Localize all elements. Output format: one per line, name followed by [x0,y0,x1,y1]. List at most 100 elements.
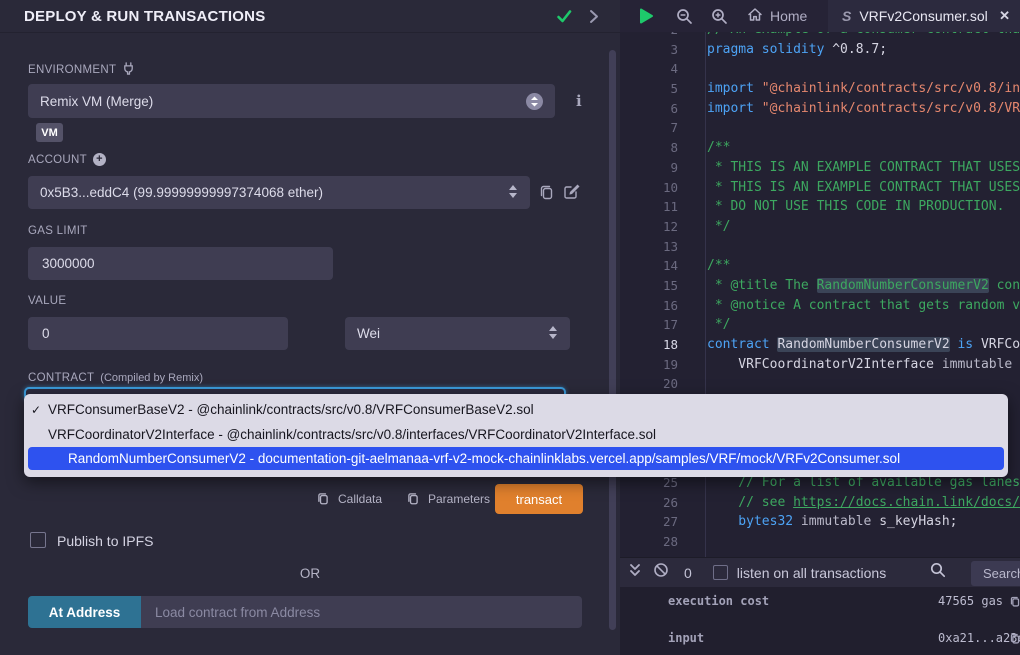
code-text [686,59,707,79]
run-script-icon[interactable] [637,7,655,30]
contract-option[interactable]: RandomNumberConsumerV2 - documentation-g… [28,447,1004,470]
code-segment: * THIS IS AN EXAMPLE CONTRACT THAT USES … [707,180,1020,195]
terminal-row: execution cost47565 gas [620,594,1020,610]
contract-option[interactable]: ✓VRFConsumerBaseV2 - @chainlink/contract… [24,397,1008,422]
at-address-button[interactable]: At Address [28,596,141,628]
code-segment: "@chainlink/contracts/src/v0.8/VRFConsum… [762,101,1020,116]
code-segment: // An example of a consumer contract tha… [707,32,1020,37]
chevron-right-icon[interactable] [588,9,600,29]
code-line[interactable]: 19 VRFCoordinatorV2Interface immutable C… [620,355,1020,375]
code-line[interactable]: 17 */ [620,315,1020,335]
code-text: pragma solidity ^0.8.7; [686,40,887,60]
expand-terminal-icon[interactable] [628,563,642,583]
listen-all-label: listen on all transactions [737,565,886,581]
code-line[interactable]: 11 * DO NOT USE THIS CODE IN PRODUCTION. [620,197,1020,217]
plug-icon [122,62,135,78]
calldata-label[interactable]: Calldata [338,492,382,506]
code-segment: contract [707,337,777,352]
code-line[interactable]: 20 [620,374,1020,394]
contract-option[interactable]: VRFCoordinatorV2Interface - @chainlink/c… [24,422,1008,447]
code-segment: * @title The [707,278,817,293]
account-label-text: ACCOUNT [28,154,87,166]
account-select[interactable]: 0x5B3...eddC4 (99.99999999997374068 ethe… [28,176,530,209]
terminal-output[interactable]: execution cost47565 gasinput0xa21...a23e… [620,587,1020,655]
code-line[interactable]: 15 * @title The RandomNumberConsumerV2 c… [620,276,1020,296]
parameters-label[interactable]: Parameters [428,492,490,506]
transact-button[interactable]: transact [495,484,583,514]
code-line[interactable]: 4 [620,59,1020,79]
panel-title: DEPLOY & RUN TRANSACTIONS [24,8,265,25]
line-number: 28 [620,532,686,552]
home-tab-label: Home [770,8,807,24]
code-line[interactable]: 13 [620,237,1020,257]
code-text [686,374,707,394]
info-icon[interactable]: i [576,92,582,110]
line-number: 6 [620,99,686,119]
copy-parameters-icon[interactable] [406,491,420,510]
line-number: 17 [620,315,686,335]
zoom-out-icon[interactable] [676,8,693,30]
line-number: 9 [620,158,686,178]
remix-ide-window: DEPLOY & RUN TRANSACTIONS ENVIRONMENT Re… [0,0,1020,655]
code-line[interactable]: 2// An example of a consumer contract th… [620,32,1020,40]
code-text: /** [686,256,730,276]
environment-select[interactable]: Remix VM (Merge) [28,84,555,118]
code-line[interactable]: 18contract RandomNumberConsumerV2 is VRF… [620,335,1020,355]
at-address-input[interactable] [153,604,570,621]
code-segment: ^0.8.7; [832,42,887,57]
code-line[interactable]: 26 // see https://docs.chain.link/docs/v… [620,493,1020,513]
clear-console-icon[interactable] [653,562,669,583]
value-unit-select[interactable]: Wei [345,317,570,350]
copy-value-icon[interactable] [1009,632,1020,647]
code-segment: s_keyHash; [871,514,957,529]
solidity-file-icon: S [842,8,851,24]
tab-vrfv2consumer[interactable]: S VRFv2Consumer.sol ✕ [828,0,1020,32]
value-input[interactable] [40,325,276,342]
code-line[interactable]: 16 * @notice A contract that gets random… [620,296,1020,316]
pending-tx-count: 0 [684,565,692,581]
copy-account-icon[interactable] [538,183,555,205]
code-line[interactable]: 7 [620,118,1020,138]
line-number: 16 [620,296,686,316]
close-tab-icon[interactable]: ✕ [999,8,1010,24]
code-text: // An example of a consumer contract tha… [686,32,1020,40]
code-segment: COORDINATOR; [1012,357,1020,372]
panel-scrollbar[interactable] [609,50,616,630]
code-editor[interactable]: 2// An example of a consumer contract th… [620,32,1020,557]
gas-limit-input[interactable] [40,255,321,272]
code-line[interactable]: 6import "@chainlink/contracts/src/v0.8/V… [620,99,1020,119]
code-line[interactable]: 9 * THIS IS AN EXAMPLE CONTRACT THAT USE… [620,158,1020,178]
environment-label: ENVIRONMENT [28,62,135,78]
code-line[interactable]: 12 */ [620,217,1020,237]
terminal-bar: 0 listen on all transactions [620,557,1020,587]
code-line[interactable]: 27 bytes32 immutable s_keyHash; [620,512,1020,532]
code-line[interactable]: 14/** [620,256,1020,276]
code-line[interactable]: 8/** [620,138,1020,158]
publish-ipfs-checkbox[interactable] [30,532,46,548]
line-number: 13 [620,237,686,257]
code-segment: import [707,81,762,96]
deploy-run-panel: DEPLOY & RUN TRANSACTIONS ENVIRONMENT Re… [0,0,620,655]
code-line[interactable]: 10 * THIS IS AN EXAMPLE CONTRACT THAT US… [620,178,1020,198]
code-line[interactable]: 28 [620,532,1020,552]
copy-value-icon[interactable] [1009,595,1020,610]
select-arrows-icon [508,184,518,202]
terminal-search-input[interactable] [981,565,1020,582]
code-text: * @title The RandomNumberConsumerV2 cont… [686,276,1020,296]
code-line[interactable]: 5import "@chainlink/contracts/src/v0.8/i… [620,79,1020,99]
line-number: 18 [620,335,686,355]
tab-home[interactable]: Home [735,0,819,32]
code-line[interactable]: 3pragma solidity ^0.8.7; [620,40,1020,60]
publish-ipfs-label: Publish to IPFS [57,533,154,549]
listen-all-checkbox[interactable] [713,565,728,580]
contract-option-label: VRFConsumerBaseV2 - @chainlink/contracts… [48,402,534,417]
copy-calldata-icon[interactable] [316,491,330,510]
edit-account-icon[interactable] [563,183,581,205]
contract-note: (Compiled by Remix) [100,372,203,384]
add-account-icon[interactable]: + [93,153,106,166]
terminal-row-label: execution cost [668,594,769,608]
line-number: 5 [620,79,686,99]
zoom-in-icon[interactable] [711,8,728,30]
line-number: 3 [620,40,686,60]
contract-option-label: VRFCoordinatorV2Interface - @chainlink/c… [48,427,656,442]
